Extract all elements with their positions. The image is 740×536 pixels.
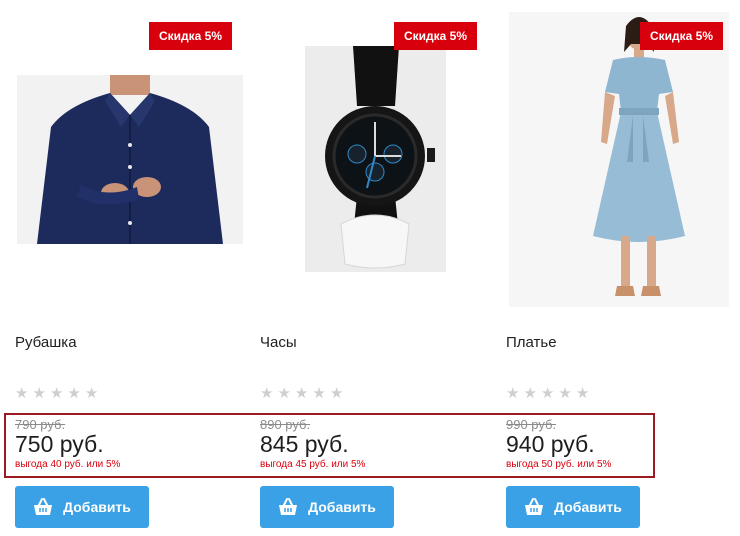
star-icon[interactable]: ★ — [85, 386, 98, 402]
star-icon[interactable]: ★ — [506, 386, 519, 402]
star-icon[interactable]: ★ — [15, 386, 28, 402]
rating-stars[interactable]: ★ ★ ★ ★ ★ — [260, 386, 343, 402]
add-to-cart-button[interactable]: Добавить — [15, 486, 149, 528]
shirt-photo-icon — [17, 75, 243, 244]
current-price: 845 руб. — [260, 431, 349, 457]
star-icon[interactable]: ★ — [312, 386, 325, 402]
current-price: 940 руб. — [506, 431, 595, 457]
current-price: 750 руб. — [15, 431, 104, 457]
savings-text: выгода 45 руб. или 5% — [260, 459, 366, 470]
star-icon[interactable]: ★ — [277, 386, 290, 402]
discount-badge: Скидка 5% — [149, 22, 233, 50]
star-icon[interactable]: ★ — [50, 386, 63, 402]
old-price: 990 руб. — [506, 417, 557, 432]
star-icon[interactable]: ★ — [260, 386, 273, 402]
star-icon[interactable]: ★ — [576, 386, 589, 402]
savings-text: выгода 50 руб. или 5% — [506, 459, 612, 470]
star-icon[interactable]: ★ — [523, 386, 536, 402]
product-card-watch: Скидка 5% Часы ★ ★ ★ ★ ★ 890 руб. 845 ру… — [260, 0, 505, 536]
product-card-dress: Скидка 5% Платье ★ ★ ★ ★ ★ 990 руб. 940 … — [506, 0, 740, 536]
star-icon[interactable]: ★ — [541, 386, 554, 402]
discount-badge: Скидка 5% — [640, 22, 724, 50]
basket-icon — [33, 498, 53, 516]
savings-text: выгода 40 руб. или 5% — [15, 459, 121, 470]
star-icon[interactable]: ★ — [67, 386, 80, 402]
rating-stars[interactable]: ★ ★ ★ ★ ★ — [15, 386, 98, 402]
rating-stars[interactable]: ★ ★ ★ ★ ★ — [506, 386, 589, 402]
add-button-label: Добавить — [308, 499, 376, 515]
watch-photo-icon — [305, 46, 446, 272]
old-price: 890 руб. — [260, 417, 311, 432]
product-image-watch[interactable] — [305, 46, 446, 272]
product-image-shirt[interactable] — [17, 75, 243, 244]
old-price: 790 руб. — [15, 417, 66, 432]
product-card-shirt: Скидка 5% Рубашка ★ ★ ★ ★ ★ 790 руб. 750… — [15, 0, 260, 536]
star-icon[interactable]: ★ — [32, 386, 45, 402]
product-image-dress[interactable] — [509, 12, 729, 307]
star-icon[interactable]: ★ — [295, 386, 308, 402]
add-to-cart-button[interactable]: Добавить — [260, 486, 394, 528]
product-title[interactable]: Часы — [260, 334, 297, 351]
add-to-cart-button[interactable]: Добавить — [506, 486, 640, 528]
discount-badge: Скидка 5% — [394, 22, 478, 50]
add-button-label: Добавить — [63, 499, 131, 515]
star-icon[interactable]: ★ — [330, 386, 343, 402]
product-title[interactable]: Платье — [506, 334, 557, 351]
add-button-label: Добавить — [554, 499, 622, 515]
product-title[interactable]: Рубашка — [15, 334, 77, 351]
basket-icon — [524, 498, 544, 516]
basket-icon — [278, 498, 298, 516]
dress-photo-icon — [509, 12, 729, 307]
star-icon[interactable]: ★ — [558, 386, 571, 402]
